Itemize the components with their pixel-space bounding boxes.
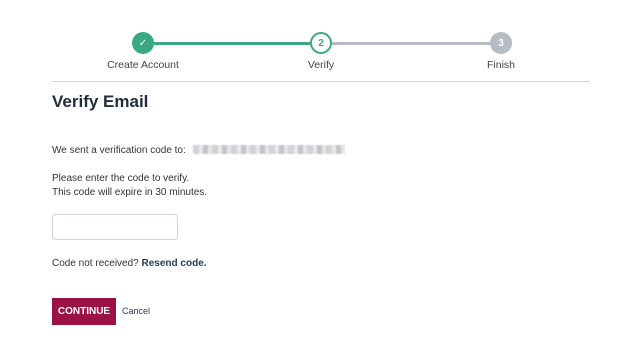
redacted-email xyxy=(193,145,345,154)
code-not-received-text: Code not received? xyxy=(52,258,142,269)
verification-code-input[interactable] xyxy=(52,214,178,240)
step-1-checkmark-icon: ✓ xyxy=(132,32,154,54)
resend-code-link[interactable]: Resend code. xyxy=(142,258,207,269)
verify-email-page: ✓ 2 3 Create Account Verify Finish Verif… xyxy=(0,0,624,348)
stepper-track-complete xyxy=(154,42,310,45)
step-label-verify: Verify xyxy=(307,59,335,71)
sent-to-text: We sent a verification code to: xyxy=(52,145,186,156)
step-3-indicator: 3 xyxy=(490,32,512,54)
header-divider xyxy=(52,81,590,82)
page-title: Verify Email xyxy=(52,92,149,111)
stepper-track-pending xyxy=(332,42,490,45)
step-2-indicator: 2 xyxy=(310,32,332,54)
instruction-text: Please enter the code to verify. xyxy=(52,173,190,184)
progress-stepper: ✓ 2 3 Create Account Verify Finish xyxy=(0,0,624,82)
expiry-text: This code will expire in 30 minutes. xyxy=(52,187,208,198)
step-label-finish: Finish xyxy=(486,59,515,71)
cancel-link[interactable]: Cancel xyxy=(122,306,150,316)
continue-button[interactable]: CONTINUE xyxy=(52,298,116,325)
code-not-received-row: Code not received? Resend code. xyxy=(52,257,207,271)
step-label-create-account: Create Account xyxy=(107,59,179,71)
